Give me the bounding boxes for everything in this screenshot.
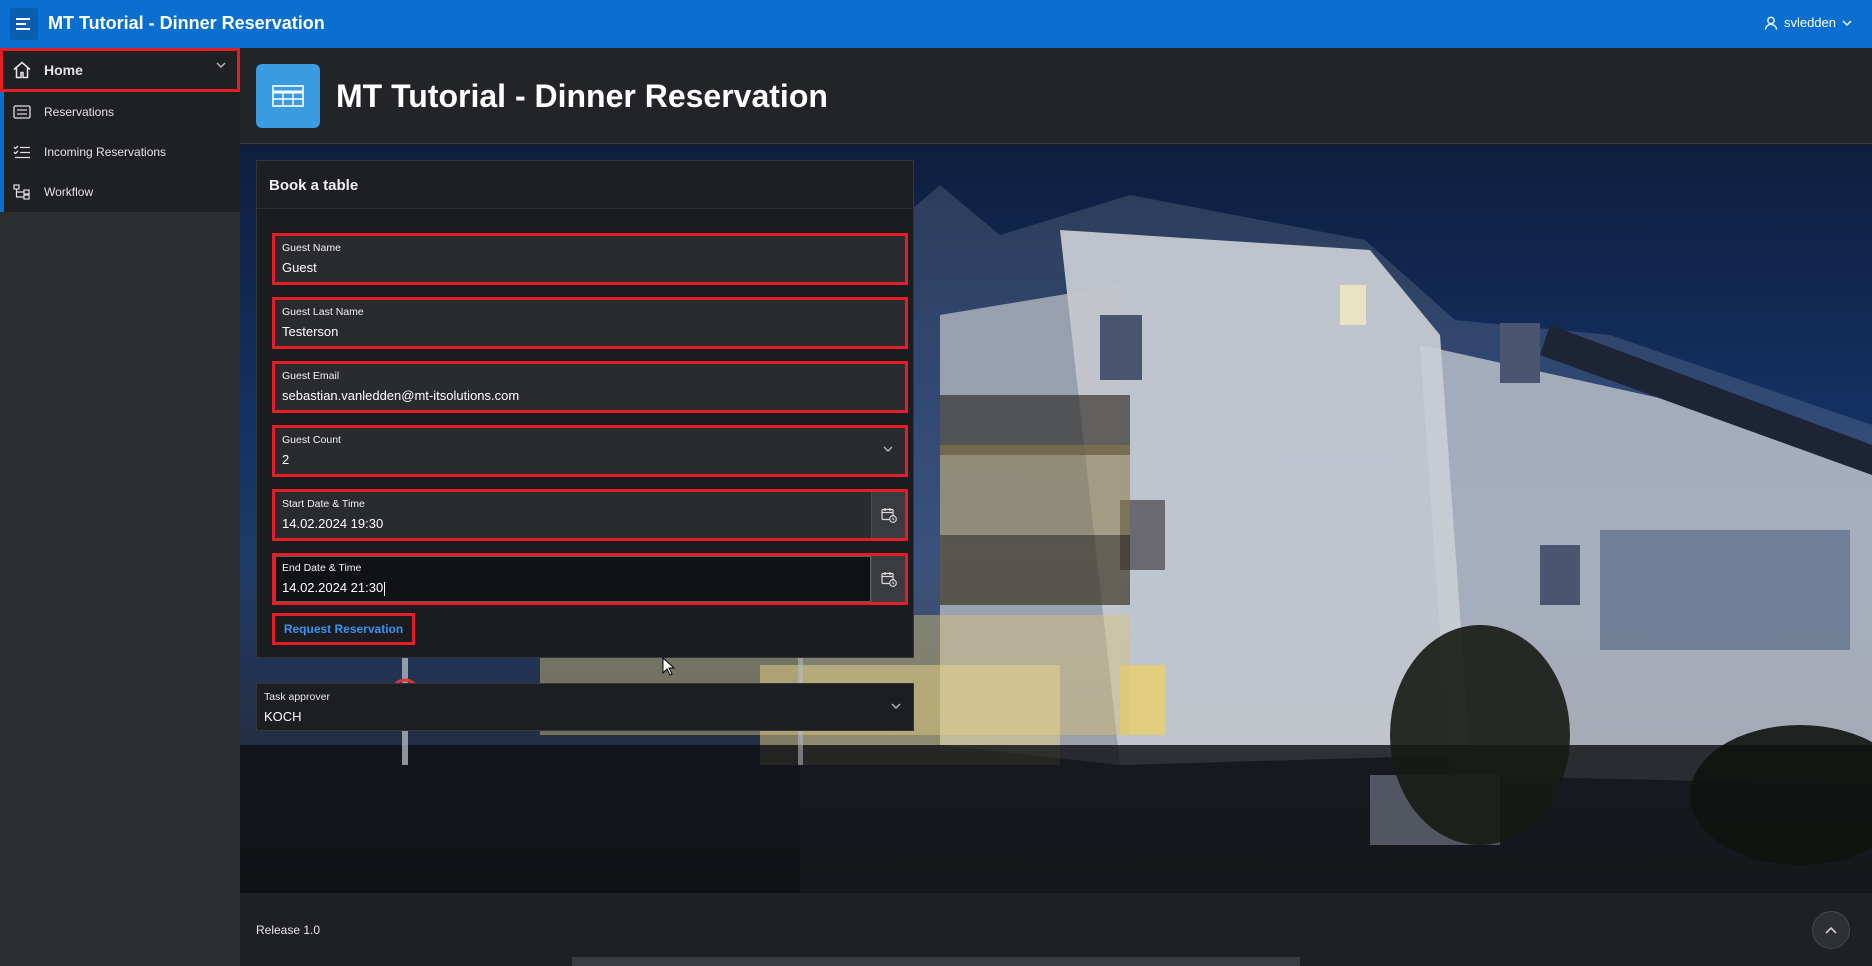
field-value[interactable]: sebastian.vanledden@mt-itsolutions.com bbox=[282, 388, 519, 403]
hamburger-icon bbox=[16, 18, 30, 30]
field-label: Guest Last Name bbox=[282, 306, 364, 318]
user-icon bbox=[1764, 16, 1778, 30]
table-icon bbox=[256, 64, 320, 128]
chevron-down-icon bbox=[891, 703, 901, 709]
calendar-button[interactable] bbox=[871, 556, 905, 602]
app-title[interactable]: MT Tutorial - Dinner Reservation bbox=[48, 13, 325, 34]
task-approver-select[interactable]: Task approver KOCH bbox=[256, 683, 914, 731]
app-header: MT Tutorial - Dinner Reservation svledde… bbox=[0, 0, 1872, 48]
guest-name-field[interactable]: Guest Name Guest bbox=[272, 233, 908, 285]
sidebar-item-label: Reservations bbox=[44, 105, 115, 119]
sidebar-item-workflow[interactable]: Workflow bbox=[0, 172, 240, 212]
start-datetime-field[interactable]: Start Date & Time 14.02.2024 19:30 bbox=[272, 489, 908, 541]
taskbar-strip bbox=[572, 957, 1300, 966]
calendar-clock-icon bbox=[880, 572, 897, 587]
book-table-card: Book a table Guest Name Guest Guest Last… bbox=[256, 160, 914, 658]
menu-toggle-button[interactable] bbox=[10, 8, 38, 40]
mouse-pointer-icon bbox=[662, 657, 676, 676]
nav-menu: Home Reservations Incoming Reservations … bbox=[0, 48, 240, 212]
field-value[interactable]: KOCH bbox=[264, 709, 302, 724]
field-value[interactable]: 2 bbox=[282, 452, 289, 467]
release-version: Release 1.0 bbox=[256, 923, 321, 937]
sidebar-item-label: Workflow bbox=[44, 185, 94, 199]
field-value[interactable]: 14.02.2024 21:30 bbox=[282, 580, 386, 596]
chevron-up-icon bbox=[1825, 926, 1837, 934]
workflow-icon bbox=[12, 182, 32, 202]
sidebar: Home Reservations Incoming Reservations … bbox=[0, 48, 240, 966]
sidebar-item-label: Home bbox=[44, 62, 83, 78]
calendar-button[interactable] bbox=[871, 492, 905, 538]
chevron-down-icon bbox=[883, 446, 893, 452]
sidebar-item-home[interactable]: Home bbox=[0, 48, 240, 92]
field-label: Task approver bbox=[264, 691, 330, 703]
field-value[interactable]: Testerson bbox=[282, 324, 338, 339]
user-menu[interactable]: svledden bbox=[1764, 15, 1852, 30]
field-label: End Date & Time bbox=[282, 562, 362, 574]
calendar-clock-icon bbox=[880, 508, 897, 523]
guest-last-name-field[interactable]: Guest Last Name Testerson bbox=[272, 297, 908, 349]
page-footer: Release 1.0 bbox=[240, 893, 1872, 966]
request-reservation-button[interactable]: Request Reservation bbox=[272, 613, 415, 645]
sidebar-item-incoming-reservations[interactable]: Incoming Reservations bbox=[0, 132, 240, 172]
chevron-down-icon bbox=[1842, 20, 1852, 26]
list-icon bbox=[12, 102, 32, 122]
card-title: Book a table bbox=[257, 161, 913, 209]
sidebar-item-label: Incoming Reservations bbox=[44, 145, 167, 159]
checklist-icon bbox=[12, 142, 32, 162]
field-label: Guest Count bbox=[282, 434, 341, 446]
home-icon bbox=[12, 60, 32, 80]
scroll-to-top-button[interactable] bbox=[1812, 911, 1850, 949]
field-label: Guest Name bbox=[282, 242, 341, 254]
field-label: Guest Email bbox=[282, 370, 340, 382]
guest-email-field[interactable]: Guest Email sebastian.vanledden@mt-itsol… bbox=[272, 361, 908, 413]
field-value[interactable]: 14.02.2024 19:30 bbox=[282, 516, 383, 531]
field-label: Start Date & Time bbox=[282, 498, 365, 510]
page-title: MT Tutorial - Dinner Reservation bbox=[336, 78, 828, 114]
user-name: svledden bbox=[1783, 15, 1836, 30]
chevron-down-icon[interactable] bbox=[216, 62, 226, 68]
sidebar-item-reservations[interactable]: Reservations bbox=[0, 92, 240, 132]
text-cursor bbox=[384, 581, 386, 596]
guest-count-select[interactable]: Guest Count 2 bbox=[272, 425, 908, 477]
end-datetime-field[interactable]: End Date & Time 14.02.2024 21:30 bbox=[272, 553, 908, 605]
page-header: MT Tutorial - Dinner Reservation bbox=[240, 48, 1872, 144]
field-value[interactable]: Guest bbox=[282, 260, 317, 275]
field-value-text: 14.02.2024 21:30 bbox=[282, 580, 384, 595]
